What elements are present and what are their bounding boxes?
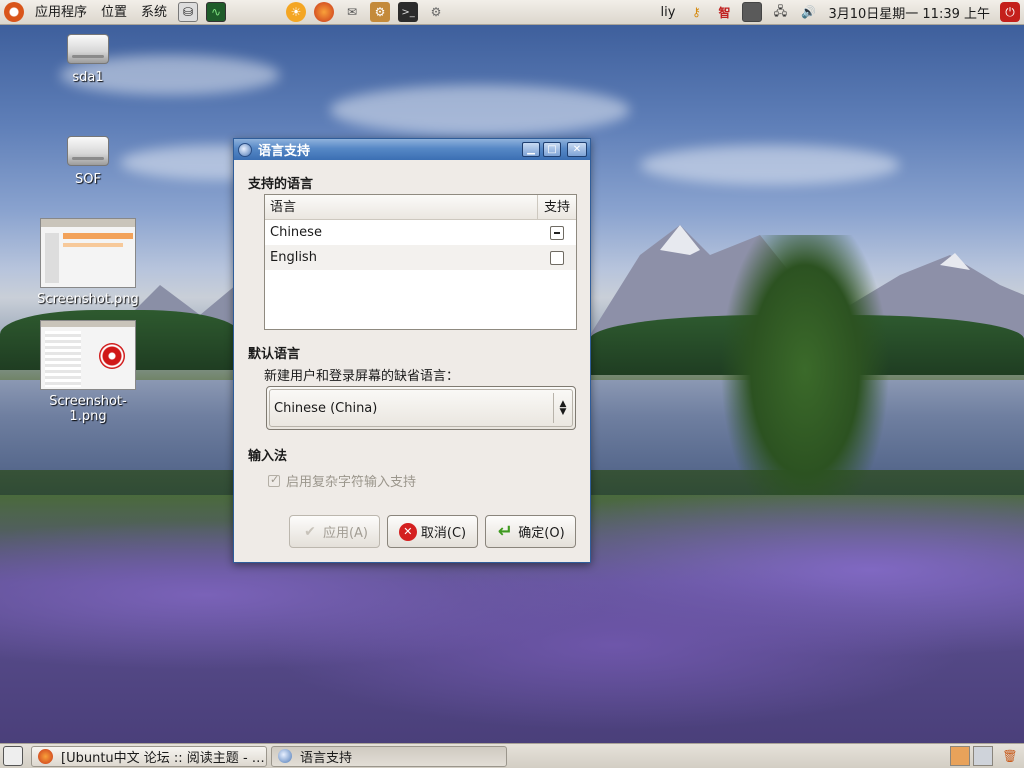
close-button[interactable]: ✕ [567, 142, 587, 157]
menu-applications[interactable]: 应用程序 [28, 0, 94, 25]
cancel-label: 取消(C) [420, 526, 467, 541]
default-language-label: 新建用户和登录屏幕的缺省语言： [264, 369, 460, 384]
supported-languages-heading: 支持的语言 [248, 177, 314, 192]
taskbar-item-firefox[interactable]: [Ubuntu中文 论坛 :: 阅读主题 - … [31, 745, 267, 767]
drive-icon [67, 34, 109, 64]
ok-label: 确定(O) [518, 526, 565, 541]
image-thumbnail [40, 320, 136, 390]
desktop-icon-label: Screenshot-1.png [49, 394, 127, 424]
dialog-titlebar[interactable]: 语言支持 ▁ □ ✕ [234, 139, 590, 160]
screen-icon[interactable] [742, 2, 763, 22]
complex-input-checkbox[interactable]: 启用复杂字符输入支持 [268, 471, 416, 490]
network-icon[interactable]: 🖧 [770, 2, 790, 22]
taskbar-item-language-support[interactable]: 语言支持 [271, 745, 507, 767]
desktop-icon-screenshot[interactable]: Screenshot.png [33, 218, 143, 307]
drive-icon [67, 136, 109, 166]
cancel-icon: ✕ [398, 522, 417, 541]
minimize-button[interactable]: ▁ [522, 142, 540, 157]
input-method-icon[interactable]: 智 [714, 2, 734, 22]
support-checkbox-english[interactable] [550, 250, 564, 265]
mail-icon[interactable]: ✉ [342, 2, 362, 22]
checkbox-icon [268, 473, 280, 487]
trash-icon[interactable]: 🗑 [1000, 746, 1020, 766]
workspace-switcher[interactable] [950, 746, 970, 766]
workspace-switcher-2[interactable] [973, 746, 993, 766]
desktop-icon-label: sda1 [72, 70, 104, 85]
image-thumbnail [40, 218, 136, 288]
firefox-icon [38, 748, 53, 764]
desktop-icon-sof[interactable]: SOF [33, 136, 143, 187]
language-name: Chinese [270, 225, 322, 240]
default-language-heading: 默认语言 [248, 347, 301, 362]
cancel-button[interactable]: ✕ 取消(C) [387, 515, 478, 548]
network-key-icon[interactable]: ⚷ [686, 2, 706, 22]
desktop-icon-screenshot-1[interactable]: Screenshot-1.png [33, 320, 143, 424]
show-desktop-icon[interactable] [3, 746, 23, 766]
clock[interactable]: 3月10日星期一 11:39 上午 [822, 3, 996, 22]
settings-icon[interactable]: ⚙ [426, 2, 446, 22]
menu-places[interactable]: 位置 [94, 0, 134, 25]
terminal-icon[interactable]: >_ [398, 2, 419, 22]
volume-icon[interactable]: 🔊 [798, 2, 818, 22]
return-arrow-icon: ↵ [497, 521, 513, 542]
disk-applet-icon[interactable]: ⛁ [178, 2, 199, 22]
apply-button[interactable]: ✔ 应用(A) [289, 515, 380, 548]
package-icon[interactable]: ⚙ [370, 2, 391, 22]
table-header: 语言 支持 [265, 195, 576, 220]
input-method-heading: 输入法 [248, 449, 288, 464]
language-table: 语言 支持 Chinese English [264, 194, 577, 330]
ubuntu-logo-icon[interactable] [4, 2, 24, 22]
firefox-icon[interactable] [314, 2, 335, 22]
language-icon [238, 142, 252, 157]
default-language-combo[interactable]: Chinese (China) ▲ ▼ [266, 386, 576, 430]
user-name[interactable]: liy [654, 0, 683, 25]
default-language-value: Chinese (China) [274, 400, 378, 416]
desktop-icon-sda1[interactable]: sda1 [33, 34, 143, 85]
menu-system[interactable]: 系统 [134, 0, 174, 25]
task-label: 语言支持 [300, 750, 353, 766]
power-icon[interactable]: ⏻ [1000, 2, 1020, 22]
bulb-icon[interactable]: ☀ [286, 2, 307, 22]
top-panel: 应用程序 位置 系统 ⛁ ∿ ☀ ✉ ⚙ >_ ⚙ liy ⚷ 智 🖧 🔊 3月… [0, 0, 1024, 25]
table-row[interactable]: English [265, 245, 576, 270]
apply-label: 应用(A) [322, 526, 369, 541]
language-name: English [270, 250, 317, 265]
table-row[interactable]: Chinese [265, 220, 576, 245]
check-icon: ✔ [304, 523, 316, 540]
column-header-language[interactable]: 语言 [265, 195, 538, 219]
language-icon [278, 749, 292, 763]
task-label: [Ubuntu中文 论坛 :: 阅读主题 - … [61, 750, 265, 766]
bottom-panel: [Ubuntu中文 论坛 :: 阅读主题 - … 语言支持 🗑 [0, 743, 1024, 768]
support-checkbox-chinese[interactable] [550, 225, 564, 240]
ok-button[interactable]: ↵ 确定(O) [485, 515, 576, 548]
complex-input-label: 启用复杂字符输入支持 [286, 475, 417, 490]
system-monitor-icon[interactable]: ∿ [206, 2, 227, 22]
updown-arrow-icon: ▲ ▼ [559, 399, 567, 417]
desktop-icon-label: Screenshot.png [37, 292, 139, 307]
language-support-dialog: 语言支持 ▁ □ ✕ 支持的语言 语言 支持 Chinese English 默… [233, 138, 591, 563]
desktop-icon-label: SOF [75, 172, 101, 187]
dialog-title: 语言支持 [258, 144, 311, 159]
column-header-support[interactable]: 支持 [538, 195, 576, 219]
maximize-button[interactable]: □ [543, 142, 561, 157]
